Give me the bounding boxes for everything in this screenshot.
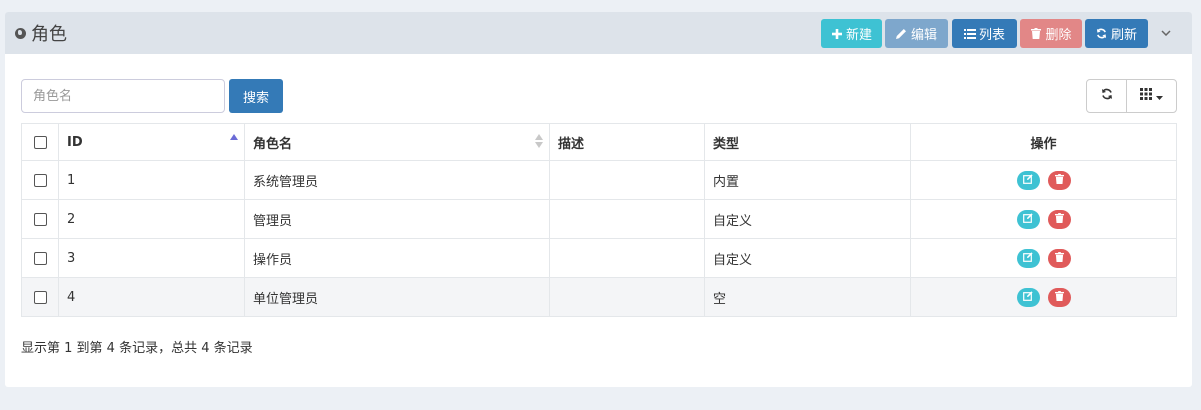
row-checkbox-cell — [22, 161, 58, 199]
cell-description — [549, 278, 704, 316]
table-row: 1 系统管理员 内置 — [22, 160, 1176, 199]
column-header-label: 角色名 — [253, 136, 293, 152]
row-checkbox[interactable] — [33, 173, 47, 187]
header-checkbox-cell — [22, 124, 58, 160]
row-edit-button[interactable] — [1016, 248, 1040, 268]
table-toolbar — [1086, 79, 1177, 113]
cell-type: 空 — [704, 278, 910, 316]
row-checkbox-cell — [22, 278, 58, 316]
new-button-label: 新建 — [845, 28, 872, 43]
cell-id: 1 — [58, 161, 244, 199]
edit-button-label: 编辑 — [910, 28, 937, 43]
row-delete-button[interactable] — [1047, 287, 1071, 307]
column-header-label: 操作 — [1030, 136, 1057, 152]
new-button[interactable]: 新建 — [821, 19, 882, 48]
columns-dropdown-button[interactable] — [1127, 80, 1176, 112]
sort-both-icon — [535, 134, 543, 148]
cell-description — [549, 239, 704, 277]
edit-icon — [1023, 173, 1033, 188]
row-edit-button[interactable] — [1016, 170, 1040, 190]
row-checkbox[interactable] — [33, 212, 47, 226]
column-header-description: 描述 — [549, 124, 704, 160]
cell-description — [549, 161, 704, 199]
cell-id: 4 — [58, 278, 244, 316]
chevron-down-icon[interactable] — [1160, 27, 1172, 39]
row-delete-button[interactable] — [1047, 209, 1071, 229]
row-edit-button[interactable] — [1016, 287, 1040, 307]
cell-actions — [910, 161, 1176, 199]
column-header-id[interactable]: ID — [58, 124, 244, 160]
refresh-icon — [1101, 88, 1113, 104]
cell-type: 自定义 — [704, 239, 910, 277]
cell-role-name: 操作员 — [244, 239, 549, 277]
table-row: 4 单位管理员 空 — [22, 277, 1176, 316]
refresh-button[interactable]: 刷新 — [1085, 19, 1148, 48]
list-icon — [963, 28, 976, 40]
column-header-name[interactable]: 角色名 — [244, 124, 549, 160]
cell-description — [549, 200, 704, 238]
sort-ascending-icon — [230, 134, 238, 148]
cell-actions — [910, 200, 1176, 238]
table-row: 3 操作员 自定义 — [22, 238, 1176, 277]
cell-actions — [910, 239, 1176, 277]
row-checkbox[interactable] — [33, 290, 47, 304]
column-header-label: 描述 — [558, 136, 585, 152]
trash-icon — [1030, 28, 1042, 40]
role-name-search-input[interactable] — [21, 79, 225, 113]
pencil-icon — [896, 28, 908, 40]
edit-button[interactable]: 编辑 — [885, 19, 948, 48]
delete-button-label: 删除 — [1045, 28, 1072, 43]
role-panel: 角色 新建 编辑 列表 删除 刷新 角色名 搜索 ID 角色名 描述 类型 操作… — [5, 12, 1192, 387]
refresh-button-label: 刷新 — [1110, 28, 1137, 43]
row-delete-button[interactable] — [1047, 248, 1071, 268]
table-row: 2 管理员 自定义 — [22, 199, 1176, 238]
row-edit-button[interactable] — [1016, 209, 1040, 229]
page-title: 角色 — [31, 24, 67, 45]
search-button[interactable]: 搜索 — [229, 79, 283, 113]
cell-type: 内置 — [704, 161, 910, 199]
cell-role-name: 单位管理员 — [244, 278, 549, 316]
table-header-row: ID 角色名 描述 类型 操作 — [22, 124, 1176, 160]
cell-actions — [910, 278, 1176, 316]
cell-id: 3 — [58, 239, 244, 277]
column-header-actions: 操作 — [910, 124, 1176, 160]
edit-icon — [1023, 212, 1033, 227]
panel-header: 角色 新建 编辑 列表 删除 刷新 — [5, 12, 1192, 54]
list-button[interactable]: 列表 — [952, 19, 1017, 48]
pagination-summary: 显示第 1 到第 4 条记录，总共 4 条记录 — [21, 341, 253, 356]
globe-icon — [15, 27, 26, 39]
cell-role-name: 系统管理员 — [244, 161, 549, 199]
role-table: ID 角色名 描述 类型 操作 1 系统管理员 内置 2 管理员 自定义 3 操… — [21, 123, 1177, 317]
column-header-label: ID — [67, 134, 83, 150]
row-checkbox-cell — [22, 200, 58, 238]
delete-button[interactable]: 删除 — [1020, 19, 1082, 48]
cell-id: 2 — [58, 200, 244, 238]
column-header-type: 类型 — [704, 124, 910, 160]
cell-type: 自定义 — [704, 200, 910, 238]
panel-title-group: 角色 — [15, 21, 67, 45]
trash-icon — [1054, 290, 1064, 305]
row-checkbox[interactable] — [33, 251, 47, 265]
column-header-label: 类型 — [713, 136, 740, 152]
refresh-icon — [1096, 28, 1108, 40]
cell-role-name: 管理员 — [244, 200, 549, 238]
table-refresh-button[interactable] — [1087, 80, 1127, 112]
row-delete-button[interactable] — [1047, 170, 1071, 190]
trash-icon — [1054, 251, 1064, 266]
grid-icon — [1140, 88, 1152, 104]
select-all-checkbox[interactable] — [33, 135, 47, 149]
row-checkbox-cell — [22, 239, 58, 277]
caret-down-icon — [1156, 89, 1163, 104]
list-button-label: 列表 — [978, 28, 1005, 43]
plus-icon — [831, 28, 843, 40]
trash-icon — [1054, 173, 1064, 188]
trash-icon — [1054, 212, 1064, 227]
edit-icon — [1023, 290, 1033, 305]
edit-icon — [1023, 251, 1033, 266]
